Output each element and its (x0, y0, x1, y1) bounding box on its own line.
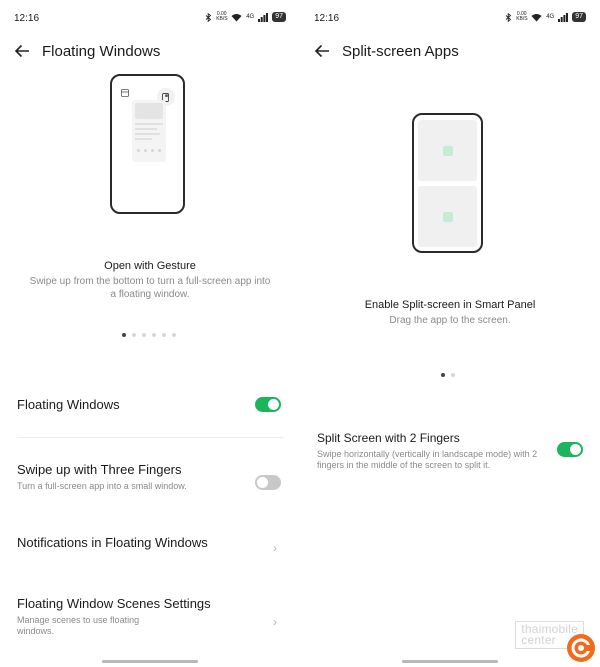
split-top-pane (418, 120, 477, 181)
chevron-right-icon: › (273, 615, 277, 629)
battery-icon: 97 (272, 12, 286, 22)
watermark: thaimobile center (480, 615, 600, 667)
setting-notifications[interactable]: Notifications in Floating Windows (17, 535, 220, 551)
page-dot[interactable] (451, 373, 455, 377)
toggle-knob (570, 444, 581, 455)
illustration-title: Enable Split-screen in Smart Panel (364, 299, 536, 311)
status-time: 12:16 (314, 13, 340, 24)
network-speed: 0.00 KB/S (216, 11, 228, 22)
split-bottom-pane (418, 186, 477, 247)
page-indicator[interactable] (441, 373, 455, 377)
wifi-icon (531, 13, 542, 21)
page-dot[interactable] (132, 333, 136, 337)
back-arrow-icon (314, 44, 329, 58)
split-screen-apps-screen: 12:16 0.00 KB/S 4G 97 Split-screen Apps … (300, 0, 600, 667)
illustration-caption: Open with Gesture Swipe up from the bott… (20, 260, 280, 301)
home-indicator[interactable] (102, 660, 198, 663)
setting-description: Swipe horizontally (vertically in landsc… (317, 449, 538, 470)
status-time: 12:16 (14, 13, 40, 24)
page-dot[interactable] (152, 333, 156, 337)
setting-scenes[interactable]: Floating Window Scenes Settings Manage s… (17, 596, 220, 637)
app-placeholder-icon (442, 145, 453, 156)
divider (17, 437, 283, 438)
status-icons: 0.00 KB/S 4G 97 (505, 12, 586, 22)
page-dot[interactable] (441, 373, 445, 377)
floating-window-preview (132, 100, 166, 162)
illustration-description: Swipe up from the bottom to turn a full-… (29, 276, 271, 300)
network-speed: 0.00 KB/S (516, 11, 528, 22)
network-type: 4G (246, 14, 255, 20)
toggle-knob (257, 477, 268, 488)
status-bar: 12:16 0.00 KB/S 4G 97 (14, 12, 286, 26)
illustration-title: Open with Gesture (104, 260, 196, 272)
status-bar: 12:16 0.00 KB/S 4G 97 (314, 12, 586, 26)
bluetooth-icon (505, 12, 512, 22)
setting-label: Notifications in Floating Windows (17, 535, 208, 550)
setting-description: Manage scenes to use floating windows. (17, 615, 140, 636)
setting-floating-windows[interactable]: Floating Windows (17, 397, 283, 413)
signal-icon (558, 12, 569, 22)
wifi-icon (231, 13, 242, 21)
page-indicator[interactable] (122, 333, 176, 337)
header: Split-screen Apps (312, 40, 588, 62)
illustration-description: Drag the app to the screen. (389, 315, 511, 326)
toggle-knob (268, 399, 279, 410)
setting-description: Turn a full-screen app into a small wind… (17, 481, 187, 491)
back-arrow-icon (14, 44, 29, 58)
chevron-right-icon: › (273, 541, 277, 555)
network-type: 4G (546, 14, 555, 20)
illustration-caption: Enable Split-screen in Smart Panel Drag … (320, 299, 580, 327)
setting-two-fingers[interactable]: Split Screen with 2 Fingers Swipe horizo… (317, 430, 540, 471)
header: Floating Windows (12, 40, 288, 62)
status-icons: 0.00 KB/S 4G 97 (205, 12, 286, 22)
bluetooth-icon (205, 12, 212, 22)
floating-windows-toggle[interactable] (255, 397, 281, 412)
page-dot[interactable] (122, 333, 126, 337)
setting-label: Floating Window Scenes Settings (17, 596, 211, 611)
three-fingers-toggle[interactable] (255, 475, 281, 490)
page-title: Floating Windows (42, 42, 161, 60)
battery-icon: 97 (572, 12, 586, 22)
split-screen-two-fingers-toggle[interactable] (557, 442, 583, 457)
setting-label: Swipe up with Three Fingers (17, 462, 182, 477)
back-button[interactable] (12, 41, 32, 61)
setting-label: Split Screen with 2 Fingers (317, 431, 460, 445)
setting-three-fingers[interactable]: Swipe up with Three Fingers Turn a full-… (17, 462, 240, 492)
page-dot[interactable] (172, 333, 176, 337)
phone-illustration (412, 113, 483, 253)
setting-label: Floating Windows (17, 397, 120, 412)
floating-windows-screen: 12:16 0.00 KB/S 4G 97 Floating Windows O… (0, 0, 300, 667)
page-title: Split-screen Apps (342, 42, 459, 60)
phone-illustration (110, 74, 185, 214)
app-placeholder-icon (442, 211, 453, 222)
signal-icon (258, 12, 269, 22)
back-button[interactable] (312, 41, 332, 61)
watermark-logo-icon (567, 634, 595, 662)
page-dot[interactable] (142, 333, 146, 337)
sidebar-icon (121, 89, 129, 97)
page-dot[interactable] (162, 333, 166, 337)
